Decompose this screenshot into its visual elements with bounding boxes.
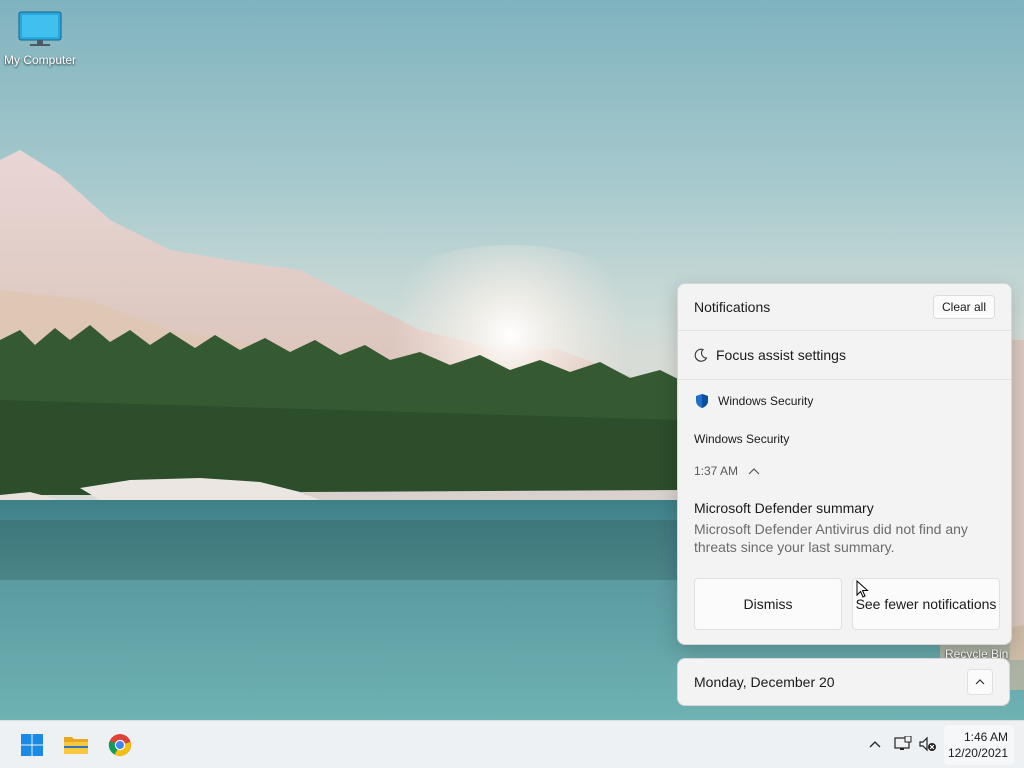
focus-assist-label: Focus assist settings [716, 347, 846, 363]
clear-all-button[interactable]: Clear all [932, 295, 995, 319]
chrome-button[interactable] [104, 729, 136, 761]
chevron-up-icon [869, 741, 881, 748]
see-fewer-notifications-button[interactable]: See fewer notifications [852, 578, 1000, 630]
desktop-icon-my-computer[interactable]: My Computer [0, 10, 80, 67]
chrome-icon [108, 734, 131, 756]
volume-muted-icon [919, 736, 936, 752]
shield-icon [696, 394, 708, 408]
calendar-expand-button[interactable] [967, 669, 993, 695]
notification-actions: Dismiss See fewer notifications [694, 578, 1000, 630]
start-icon [21, 734, 43, 756]
clock-time: 1:46 AM [963, 730, 1008, 744]
notification-center: Notifications Clear all Focus assist set… [677, 283, 1012, 645]
network-button[interactable] [892, 733, 914, 755]
notification-time: 1:37 AM [694, 464, 739, 478]
desktop-icon-label: My Computer [3, 53, 77, 67]
calendar-date-label: Monday, December 20 [694, 674, 835, 690]
file-explorer-icon [64, 737, 88, 754]
chevron-up-icon[interactable] [748, 467, 760, 475]
file-explorer-button[interactable] [60, 729, 92, 761]
chevron-up-icon [975, 679, 985, 685]
notification-app-row: Windows Security [678, 380, 1011, 410]
dismiss-button[interactable]: Dismiss [694, 578, 842, 630]
notification-heading: Microsoft Defender summary [694, 500, 874, 516]
taskbar: 1:46 AM 12/20/2021 [0, 720, 1024, 768]
notification-time-row[interactable]: 1:37 AM [678, 446, 1011, 478]
notification-header: Notifications Clear all [678, 284, 1011, 331]
notification-app-name: Windows Security [718, 394, 814, 408]
volume-button[interactable] [917, 733, 939, 755]
start-button[interactable] [16, 729, 48, 761]
notification-title: Notifications [694, 299, 771, 315]
focus-assist-settings-link[interactable]: Focus assist settings [678, 331, 1011, 380]
notification-group-name: Windows Security [694, 432, 790, 446]
mouse-cursor-icon [856, 580, 869, 598]
taskbar-clock[interactable]: 1:46 AM 12/20/2021 [944, 725, 1014, 765]
show-hidden-icons-button[interactable] [864, 733, 886, 755]
clock-date: 12/20/2021 [947, 746, 1008, 760]
network-icon [894, 736, 912, 750]
moon-icon [694, 348, 708, 362]
notification-body: Microsoft Defender Antivirus did not fin… [694, 521, 968, 555]
monitor-icon [18, 11, 62, 46]
calendar-panel: Monday, December 20 [677, 658, 1010, 706]
